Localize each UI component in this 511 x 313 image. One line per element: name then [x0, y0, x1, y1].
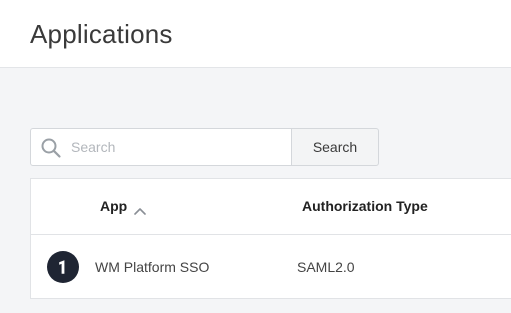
search-box[interactable] — [30, 128, 292, 166]
column-header-app[interactable]: App — [100, 198, 147, 215]
page-title: Applications — [30, 19, 173, 49]
search-button[interactable]: Search — [291, 128, 379, 166]
app-name[interactable]: WM Platform SSO — [95, 259, 209, 275]
applications-table: App Authorization Type WM Platform SSO S… — [30, 178, 511, 299]
column-header-app-label: App — [100, 198, 128, 214]
authorization-type: SAML2.0 — [297, 259, 355, 275]
page-header: Applications — [0, 0, 511, 68]
sort-ascending-icon — [134, 202, 147, 215]
search-input[interactable] — [71, 129, 281, 165]
webmethods-logo-icon — [47, 251, 79, 283]
table-header: App Authorization Type — [31, 179, 511, 235]
table-row[interactable]: WM Platform SSO SAML2.0 — [31, 235, 511, 299]
column-header-authorization-type[interactable]: Authorization Type — [302, 198, 428, 214]
search-icon — [40, 137, 62, 159]
